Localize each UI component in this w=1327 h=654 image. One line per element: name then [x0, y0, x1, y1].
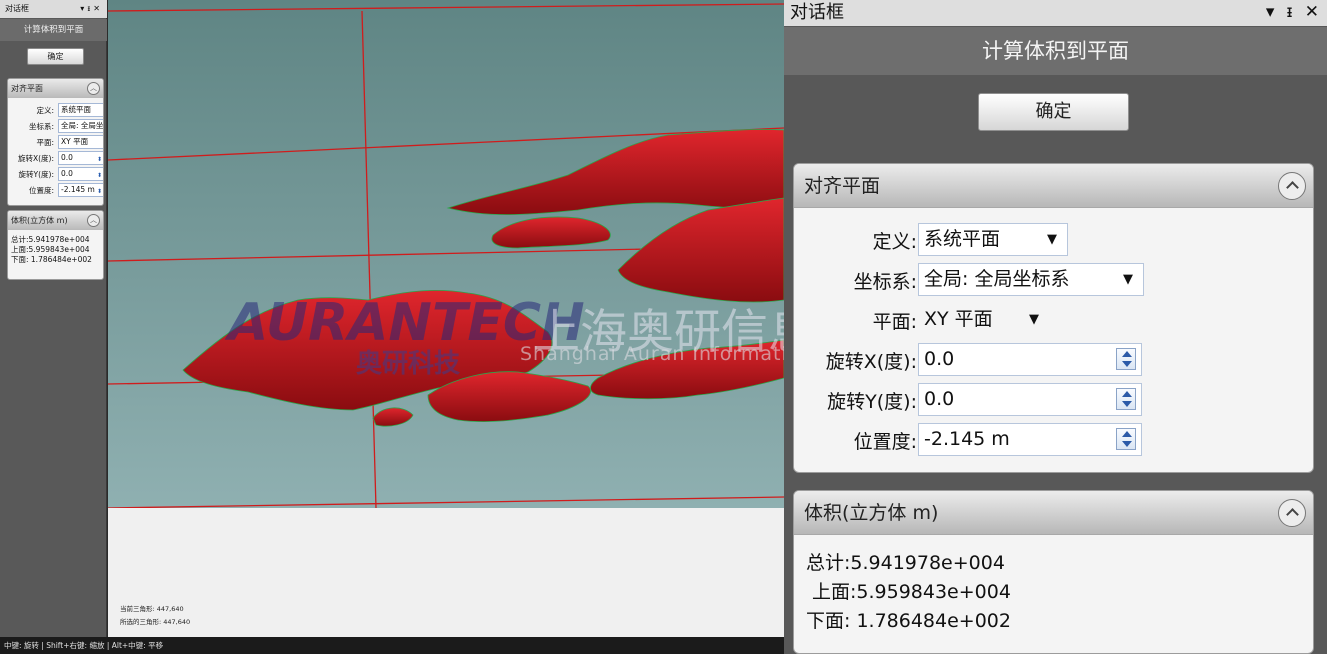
chevron-down-icon: ▼ — [1123, 272, 1133, 287]
3d-viewport[interactable]: AURANTECH 奥研科技 上海奥研信息科技有限公司 Shanghai Aur… — [108, 0, 784, 637]
small-row-rotx: 旋转X(度): 0.0 ⬍ — [8, 150, 103, 166]
volume-total: 总计:5.941978e+004 — [806, 552, 1005, 574]
small-roty-input[interactable]: 0.0 ⬍ — [58, 167, 103, 181]
plane-label: 平面: — [872, 311, 917, 333]
small-volume-results: 总计:5.941978e+004 上面:5.959843e+004 下面: 1.78… — [11, 235, 92, 264]
spinner-icon[interactable]: ⬍ — [97, 170, 102, 180]
dialog-header: 计算体积到平面 — [784, 27, 1327, 75]
row-plane: 平面: XY 平面 ▼ — [794, 299, 1313, 339]
collapse-chevron-icon[interactable]: ︿ — [87, 82, 100, 95]
rotate-y-label: 旋转Y(度): — [827, 391, 917, 413]
dialog-panel: 对话框 ▾ ᵻ ✕ 计算体积到平面 确定 对齐平面 定义: 系统平面 ▼ 坐标系: … — [784, 0, 1327, 654]
floor — [108, 508, 784, 637]
volume-group: 体积(立方体 m) 总计:5.941978e+004 上面:5.959843e+… — [793, 490, 1314, 654]
ok-button[interactable]: 确定 — [978, 93, 1129, 131]
small-volume-group: 体积(立方体 m) ︿ 总计:5.941978e+004 上面:5.959843e… — [7, 210, 104, 280]
row-rotate-x: 旋转X(度): 0.0 — [794, 339, 1313, 379]
coordinate-system-label: 坐标系: — [853, 271, 917, 293]
spinner-icon[interactable] — [1116, 428, 1136, 450]
small-align-group: 对齐平面 ︿ 定义: 系统平面 坐标系: 全局: 全局坐 平面: XY 平面 旋… — [7, 78, 104, 206]
close-icon[interactable]: ✕ — [93, 4, 103, 13]
rotate-x-label: 旋转X(度): — [825, 351, 917, 373]
small-align-group-title: 对齐平面 — [11, 84, 43, 93]
definition-label: 定义: — [872, 231, 917, 253]
collapse-chevron-icon[interactable]: ︿ — [87, 214, 100, 227]
small-plane-select[interactable]: XY 平面 — [58, 135, 103, 149]
definition-select[interactable]: 系统平面 ▼ — [918, 223, 1068, 256]
current-triangles-label: 当前三角形: 447,640 — [120, 605, 184, 613]
watermark-company-en: Shanghai Auran Information Technology Co… — [520, 343, 784, 365]
small-align-group-header[interactable]: 对齐平面 ︿ — [8, 79, 103, 98]
align-plane-group-header[interactable]: 对齐平面 — [794, 164, 1313, 208]
small-rotx-input[interactable]: 0.0 ⬍ — [58, 151, 103, 165]
close-icon[interactable]: ✕ — [1305, 2, 1319, 22]
position-input[interactable]: -2.145 m — [918, 423, 1142, 456]
chevron-down-icon: ▼ — [1029, 312, 1039, 327]
dropdown-icon[interactable]: ▾ — [1266, 2, 1275, 22]
align-plane-group: 对齐平面 定义: 系统平面 ▼ 坐标系: 全局: 全局坐标系 ▼ 平面: XY … — [793, 163, 1314, 473]
pin-icon[interactable]: ᵻ — [1286, 2, 1292, 22]
spinner-icon[interactable]: ⬍ — [97, 186, 102, 196]
rotate-x-input[interactable]: 0.0 — [918, 343, 1142, 376]
coordinate-system-select[interactable]: 全局: 全局坐标系 ▼ — [918, 263, 1144, 296]
align-plane-group-title: 对齐平面 — [804, 175, 881, 197]
small-dialog-title: 对话框 — [5, 4, 29, 13]
small-row-position: 位置度: -2.145 m ⬍ — [8, 182, 103, 198]
small-position-input[interactable]: -2.145 m ⬍ — [58, 183, 103, 197]
position-label: 位置度: — [853, 431, 917, 453]
chevron-down-icon: ▼ — [1047, 232, 1057, 247]
row-definition: 定义: 系统平面 ▼ — [794, 219, 1313, 259]
small-dialog-titlebar: 对话框 ▾ᵻ✕ — [0, 0, 107, 18]
small-row-definition: 定义: 系统平面 — [8, 102, 103, 118]
collapse-chevron-icon[interactable] — [1278, 499, 1306, 527]
small-dialog-header: 计算体积到平面 — [0, 19, 107, 41]
small-row-roty: 旋转Y(度): 0.0 ⬍ — [8, 166, 103, 182]
dialog-titlebar: 对话框 ▾ ᵻ ✕ — [784, 0, 1327, 26]
small-row-coord: 坐标系: 全局: 全局坐 — [28, 119, 104, 133]
row-rotate-y: 旋转Y(度): 0.0 — [794, 379, 1313, 419]
volume-results: 总计:5.941978e+004 上面:5.959843e+004 下面: 1.… — [794, 535, 1313, 650]
watermark-logo-cn: 奥研科技 — [356, 349, 461, 379]
small-ok-button[interactable]: 确定 — [27, 48, 84, 65]
small-definition-select[interactable]: 系统平面 — [58, 103, 103, 117]
small-dialog-panel: 对话框 ▾ᵻ✕ 计算体积到平面 确定 对齐平面 ︿ 定义: 系统平面 坐标系: … — [0, 0, 107, 637]
status-bar: 中键: 旋转 | Shift+右键: 缩放 | Alt+中键: 平移 — [0, 637, 784, 654]
volume-upper: 上面:5.959843e+004 — [812, 581, 1011, 603]
volume-group-header[interactable]: 体积(立方体 m) — [794, 491, 1313, 535]
collapse-chevron-icon[interactable] — [1278, 172, 1306, 200]
small-coord-select[interactable]: 全局: 全局坐 — [58, 119, 103, 133]
small-volume-group-header[interactable]: 体积(立方体 m) ︿ — [8, 211, 103, 230]
spinner-icon[interactable] — [1116, 348, 1136, 370]
rotate-y-input[interactable]: 0.0 — [918, 383, 1142, 416]
spinner-icon[interactable] — [1116, 388, 1136, 410]
volume-lower: 下面: 1.786484e+002 — [806, 610, 1011, 632]
selected-triangles-label: 所选的三角形: 447,640 — [120, 618, 191, 626]
volume-group-title: 体积(立方体 m) — [804, 502, 939, 524]
dialog-title: 对话框 — [790, 2, 844, 23]
plane-select[interactable]: XY 平面 ▼ — [918, 303, 1058, 336]
row-coordinate-system: 坐标系: 全局: 全局坐标系 ▼ — [794, 259, 1313, 299]
row-position: 位置度: -2.145 m — [794, 419, 1313, 459]
spinner-icon[interactable]: ⬍ — [97, 154, 102, 164]
small-row-plane: 平面: XY 平面 — [8, 134, 103, 150]
